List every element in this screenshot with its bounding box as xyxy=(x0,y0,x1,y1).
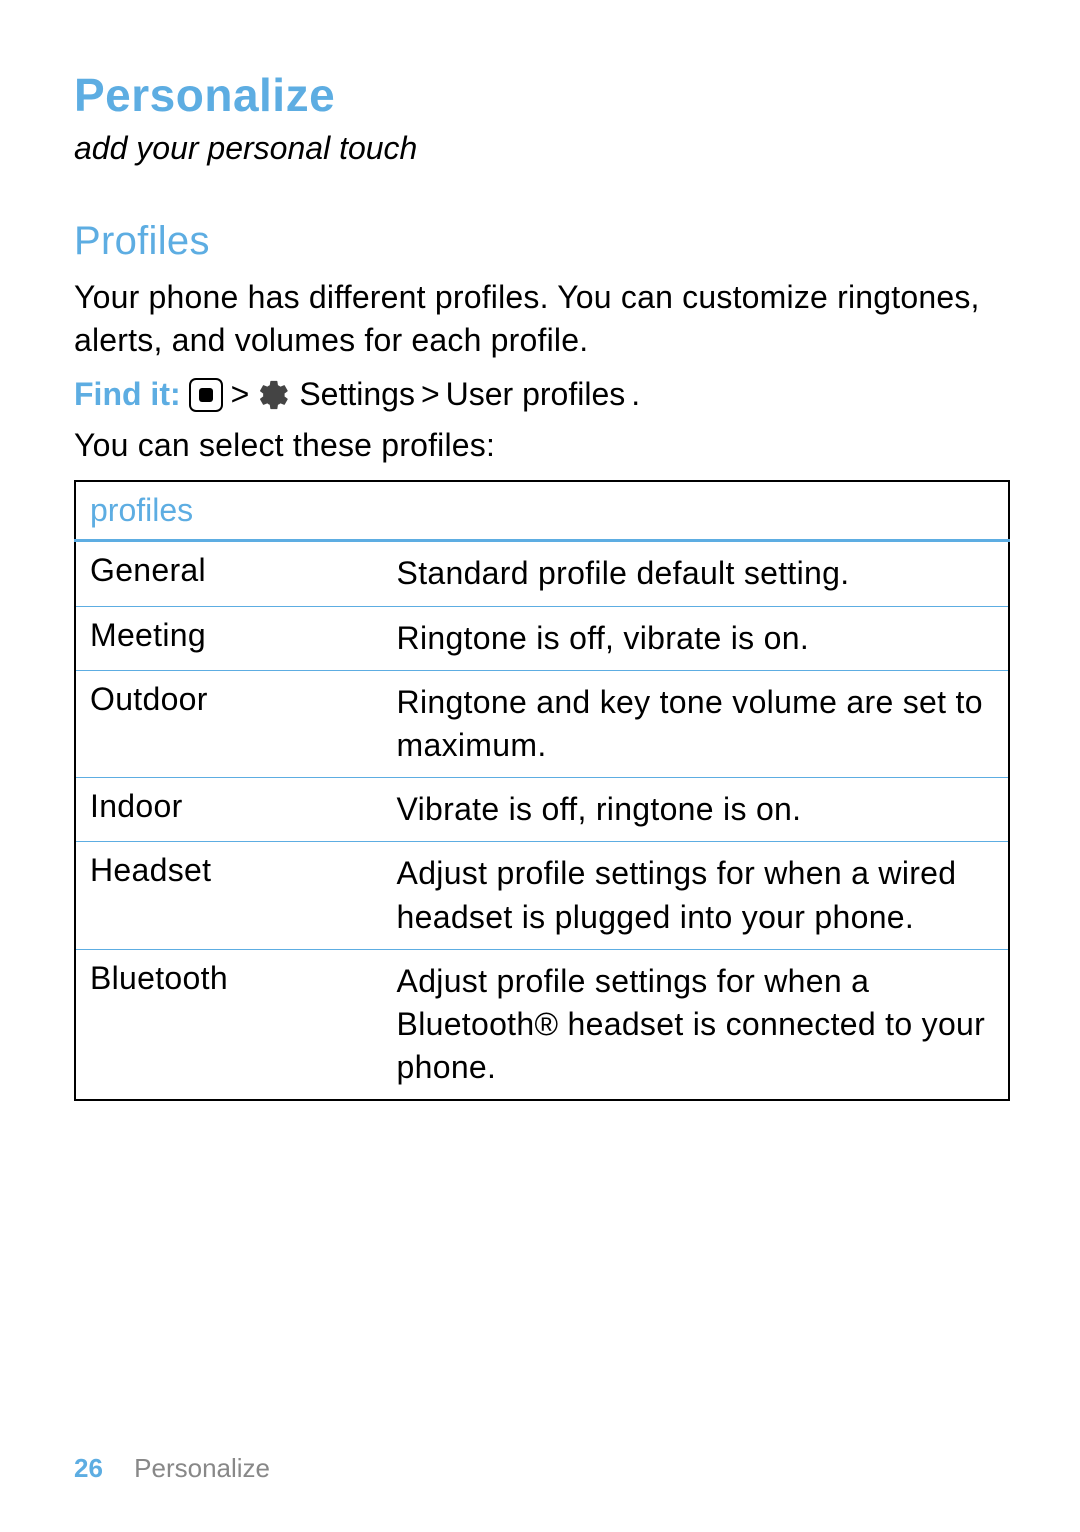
select-profiles-text: You can select these profiles: xyxy=(74,427,1010,464)
profile-name: Meeting xyxy=(75,606,393,670)
profile-desc: Adjust profile settings for when a wired… xyxy=(393,842,1009,949)
profile-name: Outdoor xyxy=(75,670,393,777)
page-footer: 26 Personalize xyxy=(74,1453,270,1484)
profile-desc: Vibrate is off, ringtone is on. xyxy=(393,778,1009,842)
profile-name: Indoor xyxy=(75,778,393,842)
table-row: Bluetooth Adjust profile settings for wh… xyxy=(75,949,1009,1100)
gear-icon xyxy=(257,378,291,412)
profile-name: General xyxy=(75,541,393,606)
profile-desc: Standard profile default setting. xyxy=(393,541,1009,606)
table-row: Outdoor Ringtone and key tone volume are… xyxy=(75,670,1009,777)
footer-section-name: Personalize xyxy=(134,1453,270,1483)
table-row: Meeting Ringtone is off, vibrate is on. xyxy=(75,606,1009,670)
table-row: Headset Adjust profile settings for when… xyxy=(75,842,1009,949)
intro-paragraph: Your phone has different profiles. You c… xyxy=(74,276,1010,362)
profile-name: Headset xyxy=(75,842,393,949)
profile-desc: Ringtone and key tone volume are set to … xyxy=(393,670,1009,777)
table-row: General Standard profile default setting… xyxy=(75,541,1009,606)
breadcrumb-settings: Settings xyxy=(299,376,415,413)
page-title: Personalize xyxy=(74,68,1010,122)
menu-key-icon xyxy=(189,378,223,412)
breadcrumb-separator: > xyxy=(231,376,250,413)
profile-desc: Adjust profile settings for when a Bluet… xyxy=(393,949,1009,1100)
breadcrumb-user-profiles: User profiles xyxy=(446,376,626,413)
profile-name: Bluetooth xyxy=(75,949,393,1100)
page-number: 26 xyxy=(74,1453,103,1483)
find-it-label: Find it: xyxy=(74,376,181,413)
table-row: Indoor Vibrate is off, ringtone is on. xyxy=(75,778,1009,842)
profile-desc: Ringtone is off, vibrate is on. xyxy=(393,606,1009,670)
table-header: profiles xyxy=(75,481,1009,541)
breadcrumb-period: . xyxy=(631,376,640,413)
find-it-line: Find it: > Settings > User profiles . xyxy=(74,376,1010,413)
profiles-table: profiles General Standard profile defaul… xyxy=(74,480,1010,1101)
section-heading-profiles: Profiles xyxy=(74,219,1010,264)
breadcrumb-separator: > xyxy=(421,376,440,413)
page-subtitle: add your personal touch xyxy=(74,130,1010,167)
